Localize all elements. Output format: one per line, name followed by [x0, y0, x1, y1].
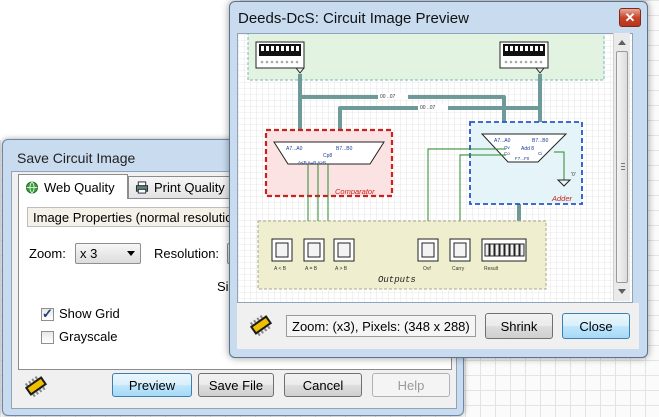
- scrollbar-thumb[interactable]: [616, 51, 628, 283]
- deeds-logo-icon: [24, 376, 48, 398]
- comparator-chip[interactable]: A7...A0 B7...B0 Cp8 A<B A=B A>B: [273, 141, 385, 165]
- dip-switch-a[interactable]: [255, 41, 305, 74]
- output-label-a-gt-b: A > B: [335, 266, 348, 272]
- scrollbar-grip: [621, 163, 625, 164]
- adder-chip-label: Add 8: [521, 146, 534, 152]
- window-close-button[interactable]: ✕: [619, 8, 641, 27]
- shrink-button[interactable]: Shrink: [485, 313, 553, 339]
- comparator-title: Comparator: [335, 187, 375, 196]
- scrollbar-grip: [621, 169, 625, 170]
- tab-print-quality-label: Print Quality: [154, 180, 225, 195]
- tab-print-quality[interactable]: Print Quality: [128, 176, 232, 198]
- help-button[interactable]: Help: [372, 373, 450, 397]
- output-label-result: Result: [484, 266, 499, 272]
- scroll-down-icon[interactable]: [618, 289, 626, 294]
- constant-zero-label: '0': [571, 172, 576, 178]
- tab-web-quality-label: Web Quality: [44, 179, 115, 195]
- preview-bottom-bar: Zoom: (x3), Pixels: (348 x 288) Shrink C…: [237, 303, 639, 349]
- circuit-preview-canvas[interactable]: 00 ..07 00 ..07 A7...A0 B7...B0 Cp8 A<B …: [237, 33, 633, 303]
- outputs-title: Outputs: [378, 275, 416, 285]
- preview-window-title: Deeds-DcS: Circuit Image Preview: [238, 10, 469, 27]
- preview-button[interactable]: Preview: [112, 373, 192, 397]
- resolution-label: Resolution:: [154, 246, 220, 261]
- bus-label-1: 00 ..07: [380, 94, 396, 100]
- zoom-select-value: x 3: [80, 246, 98, 261]
- comparator-input-b-label: B7...B0: [336, 146, 353, 152]
- comparator-input-a-label: A7...A0: [286, 146, 303, 152]
- cancel-button[interactable]: Cancel: [284, 373, 362, 397]
- adder-ci-label: Ci: [538, 151, 542, 156]
- dialog-title: Save Circuit Image: [17, 150, 136, 166]
- chevron-down-icon: [127, 251, 135, 256]
- output-label-carry: Carry: [452, 266, 465, 272]
- adder-input-a-label: A7...A0: [494, 138, 511, 144]
- zoom-select[interactable]: x 3: [75, 243, 141, 264]
- tab-web-quality[interactable]: Web Quality: [18, 174, 128, 199]
- show-grid-checkbox[interactable]: [41, 306, 54, 322]
- output-label-a-lt-b: A < B: [274, 266, 287, 272]
- adder-title: Adder: [551, 194, 573, 203]
- save-file-button[interactable]: Save File: [198, 373, 274, 397]
- dip-switch-b[interactable]: [499, 41, 549, 74]
- zoom-pixels-status: Zoom: (x3), Pixels: (348 x 288): [286, 315, 476, 337]
- globe-icon: [25, 180, 39, 194]
- comparator-relation-label: A<B A=B A>B: [298, 160, 326, 165]
- background-canvas-blank: [0, 0, 240, 140]
- circuit-diagram: 00 ..07 00 ..07 A7...A0 B7...B0 Cp8 A<B …: [238, 34, 632, 302]
- adder-output-label: F7...F0: [515, 156, 530, 161]
- comparator-chip-label: Cp8: [323, 153, 332, 159]
- show-grid-label: Show Grid: [59, 306, 120, 321]
- grayscale-checkbox[interactable]: [41, 331, 54, 344]
- close-icon: ✕: [624, 10, 636, 25]
- scroll-up-icon[interactable]: [618, 40, 626, 45]
- circuit-image-preview-window: Deeds-DcS: Circuit Image Preview ✕ 00 ..…: [229, 1, 648, 358]
- grayscale-label: Grayscale: [59, 329, 118, 344]
- output-label-ovf: Ovf: [423, 266, 431, 272]
- output-label-a-eq-b: A = B: [305, 266, 318, 272]
- printer-icon: [135, 181, 149, 194]
- close-button[interactable]: Close: [562, 313, 630, 339]
- bus-label-2: 00 ..07: [420, 105, 436, 111]
- preview-vertical-scrollbar[interactable]: [613, 33, 630, 301]
- scrollbar-grip: [621, 166, 625, 167]
- adder-input-b-label: B7...B0: [532, 138, 549, 144]
- zoom-label: Zoom:: [29, 246, 66, 261]
- deeds-logo-icon: [249, 315, 273, 337]
